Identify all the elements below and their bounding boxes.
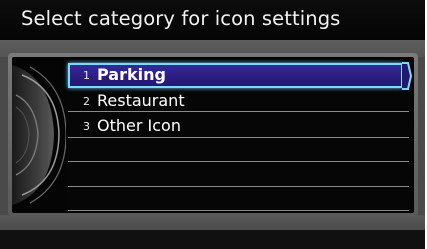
row-divider: [68, 161, 409, 162]
page-title: Select category for icon settings: [21, 7, 341, 30]
footer-bar: [0, 230, 425, 249]
row-divider: [68, 210, 409, 211]
footer-band: [0, 215, 425, 230]
title-bar: Select category for icon settings: [0, 0, 425, 40]
row-divider: [68, 186, 409, 187]
list-item-restaurant[interactable]: 2 Restaurant: [68, 89, 403, 113]
item-number: 3: [83, 120, 90, 133]
navigation-screen: Select category for icon settings 1 Park…: [0, 0, 425, 249]
dial-arc-icon: [12, 65, 67, 205]
item-label: Other Icon: [97, 116, 181, 135]
selection-edge-icon: [402, 62, 412, 90]
list-item-parking[interactable]: 1 Parking: [68, 63, 403, 88]
item-number: 2: [83, 95, 90, 108]
item-label: Restaurant: [97, 91, 185, 110]
item-label: Parking: [97, 65, 166, 84]
item-number: 1: [83, 69, 90, 82]
selector-knob-graphic: [12, 57, 68, 213]
list-item-other-icon[interactable]: 3 Other Icon: [68, 114, 403, 138]
